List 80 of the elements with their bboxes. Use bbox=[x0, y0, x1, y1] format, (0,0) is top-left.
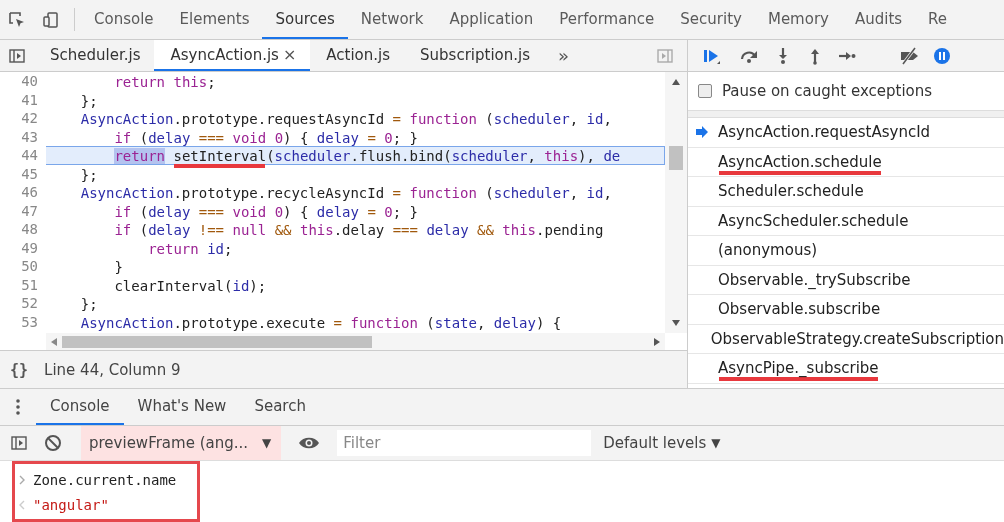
line-number: 45 bbox=[20, 164, 38, 183]
call-stack-frame[interactable]: AsyncScheduler.schedule bbox=[688, 206, 1004, 236]
horizontal-scrollbar[interactable] bbox=[46, 333, 665, 350]
call-stack-frame[interactable]: AsyncPipe._subscribe bbox=[688, 354, 1004, 384]
scrollbar-thumb[interactable] bbox=[669, 146, 683, 170]
filter-field[interactable]: Filter bbox=[337, 430, 592, 456]
file-tab[interactable]: AsyncAction.js × bbox=[154, 40, 311, 71]
console-text: Zone.current.name bbox=[33, 471, 177, 488]
result-icon bbox=[19, 499, 25, 510]
drawer-tab[interactable]: What's New bbox=[123, 389, 241, 425]
code-line: } bbox=[113, 258, 124, 276]
code-line: return id; bbox=[147, 239, 234, 257]
line-number: 43 bbox=[20, 127, 38, 146]
panel-tab[interactable]: Elements bbox=[166, 0, 263, 39]
panel-tab[interactable]: Re bbox=[915, 0, 961, 39]
line-number: 40 bbox=[20, 72, 38, 91]
code-line: }; bbox=[79, 295, 99, 313]
file-tab[interactable]: Subscription.js bbox=[404, 40, 544, 71]
line-number: 53 bbox=[20, 312, 38, 331]
call-stack-frame[interactable]: AsyncAction.requestAsyncId bbox=[688, 118, 1004, 148]
prompt-icon bbox=[19, 474, 25, 485]
file-tab[interactable]: Scheduler.js bbox=[34, 40, 155, 71]
scroll-left-icon[interactable] bbox=[50, 336, 58, 347]
call-stack-frame[interactable]: ObservableStrategy.createSubscription bbox=[688, 324, 1004, 354]
file-tab[interactable]: Action.js bbox=[310, 40, 405, 71]
line-number: 50 bbox=[20, 257, 38, 276]
close-icon[interactable]: × bbox=[282, 45, 297, 64]
code-line: return this; bbox=[113, 73, 217, 91]
panel-tab[interactable]: Security bbox=[667, 0, 755, 39]
device-icon[interactable] bbox=[42, 10, 60, 29]
drawer-tab[interactable]: Search bbox=[240, 389, 320, 425]
code-line: if (delay === void 0) { delay = 0; } bbox=[113, 202, 420, 220]
scroll-up-icon[interactable] bbox=[671, 78, 681, 86]
levels-dropdown[interactable]: Default levels ▼ bbox=[591, 434, 721, 452]
panel-tab[interactable]: Console bbox=[81, 0, 167, 39]
line-number: 49 bbox=[20, 238, 38, 257]
code-line: }; bbox=[79, 165, 99, 183]
sidebar-toggle-icon[interactable] bbox=[8, 46, 26, 65]
line-number: 42 bbox=[20, 109, 38, 128]
call-stack-frame[interactable]: Observable.subscribe bbox=[688, 295, 1004, 325]
more-tabs-button[interactable]: » bbox=[544, 40, 583, 71]
panel-tab[interactable]: Audits bbox=[841, 0, 916, 39]
cursor-position: Line 44, Column 9 bbox=[44, 360, 181, 379]
inspect-icon[interactable] bbox=[8, 10, 26, 29]
call-stack-frame[interactable]: Scheduler.schedule bbox=[688, 177, 1004, 207]
scroll-right-icon[interactable] bbox=[653, 336, 661, 347]
panel-tab[interactable]: Performance bbox=[546, 0, 668, 39]
code-line: AsyncAction.prototype.recycleAsyncId = function (scheduler, id, bbox=[79, 184, 613, 202]
scroll-down-icon[interactable] bbox=[671, 319, 681, 327]
panel-tab[interactable]: Network bbox=[347, 0, 437, 39]
console-text: "angular" bbox=[33, 496, 109, 513]
current-frame-icon bbox=[696, 126, 708, 139]
pause-icon[interactable] bbox=[933, 46, 951, 65]
pretty-print-button[interactable]: {} bbox=[10, 360, 29, 379]
code-line: if (delay !== null && this.delay === delay && this.pending bbox=[113, 221, 605, 239]
call-stack-frame[interactable]: (anonymous) bbox=[688, 236, 1004, 266]
code-line: clearInterval(id); bbox=[113, 276, 268, 294]
pause-on-caught-checkbox[interactable]: Pause on caught exceptions bbox=[688, 72, 1004, 110]
call-stack-frame[interactable]: Observable._trySubscribe bbox=[688, 265, 1004, 295]
sidebar-toggle-icon[interactable] bbox=[10, 434, 28, 452]
code-line: }; bbox=[79, 91, 99, 109]
line-number: 52 bbox=[20, 294, 38, 313]
code-line: if (delay === void 0) { delay = 0; } bbox=[113, 128, 420, 146]
context-dropdown[interactable]: previewFrame (ang... ▼ bbox=[81, 426, 282, 460]
code-line: AsyncAction.prototype.requestAsyncId = function (scheduler, id, bbox=[79, 110, 613, 128]
panel-tab[interactable]: Application bbox=[436, 0, 547, 39]
more-icon[interactable] bbox=[15, 398, 21, 416]
panel-tab[interactable]: Memory bbox=[754, 0, 842, 39]
line-number: 47 bbox=[20, 201, 38, 220]
code-line: AsyncAction.prototype.execute = function (state, delay) { bbox=[79, 313, 563, 331]
clear-icon[interactable] bbox=[44, 434, 62, 452]
line-number: 48 bbox=[20, 220, 38, 239]
vertical-scrollbar[interactable] bbox=[665, 72, 687, 333]
line-number: 46 bbox=[20, 183, 38, 202]
line-number: 44 bbox=[20, 146, 38, 165]
line-number: 41 bbox=[20, 90, 38, 109]
sidebar-toggle-icon[interactable] bbox=[656, 46, 674, 65]
scrollbar-thumb[interactable] bbox=[62, 335, 372, 348]
line-number: 51 bbox=[20, 275, 38, 294]
call-stack-frame[interactable]: AsyncAction.schedule bbox=[688, 147, 1004, 177]
